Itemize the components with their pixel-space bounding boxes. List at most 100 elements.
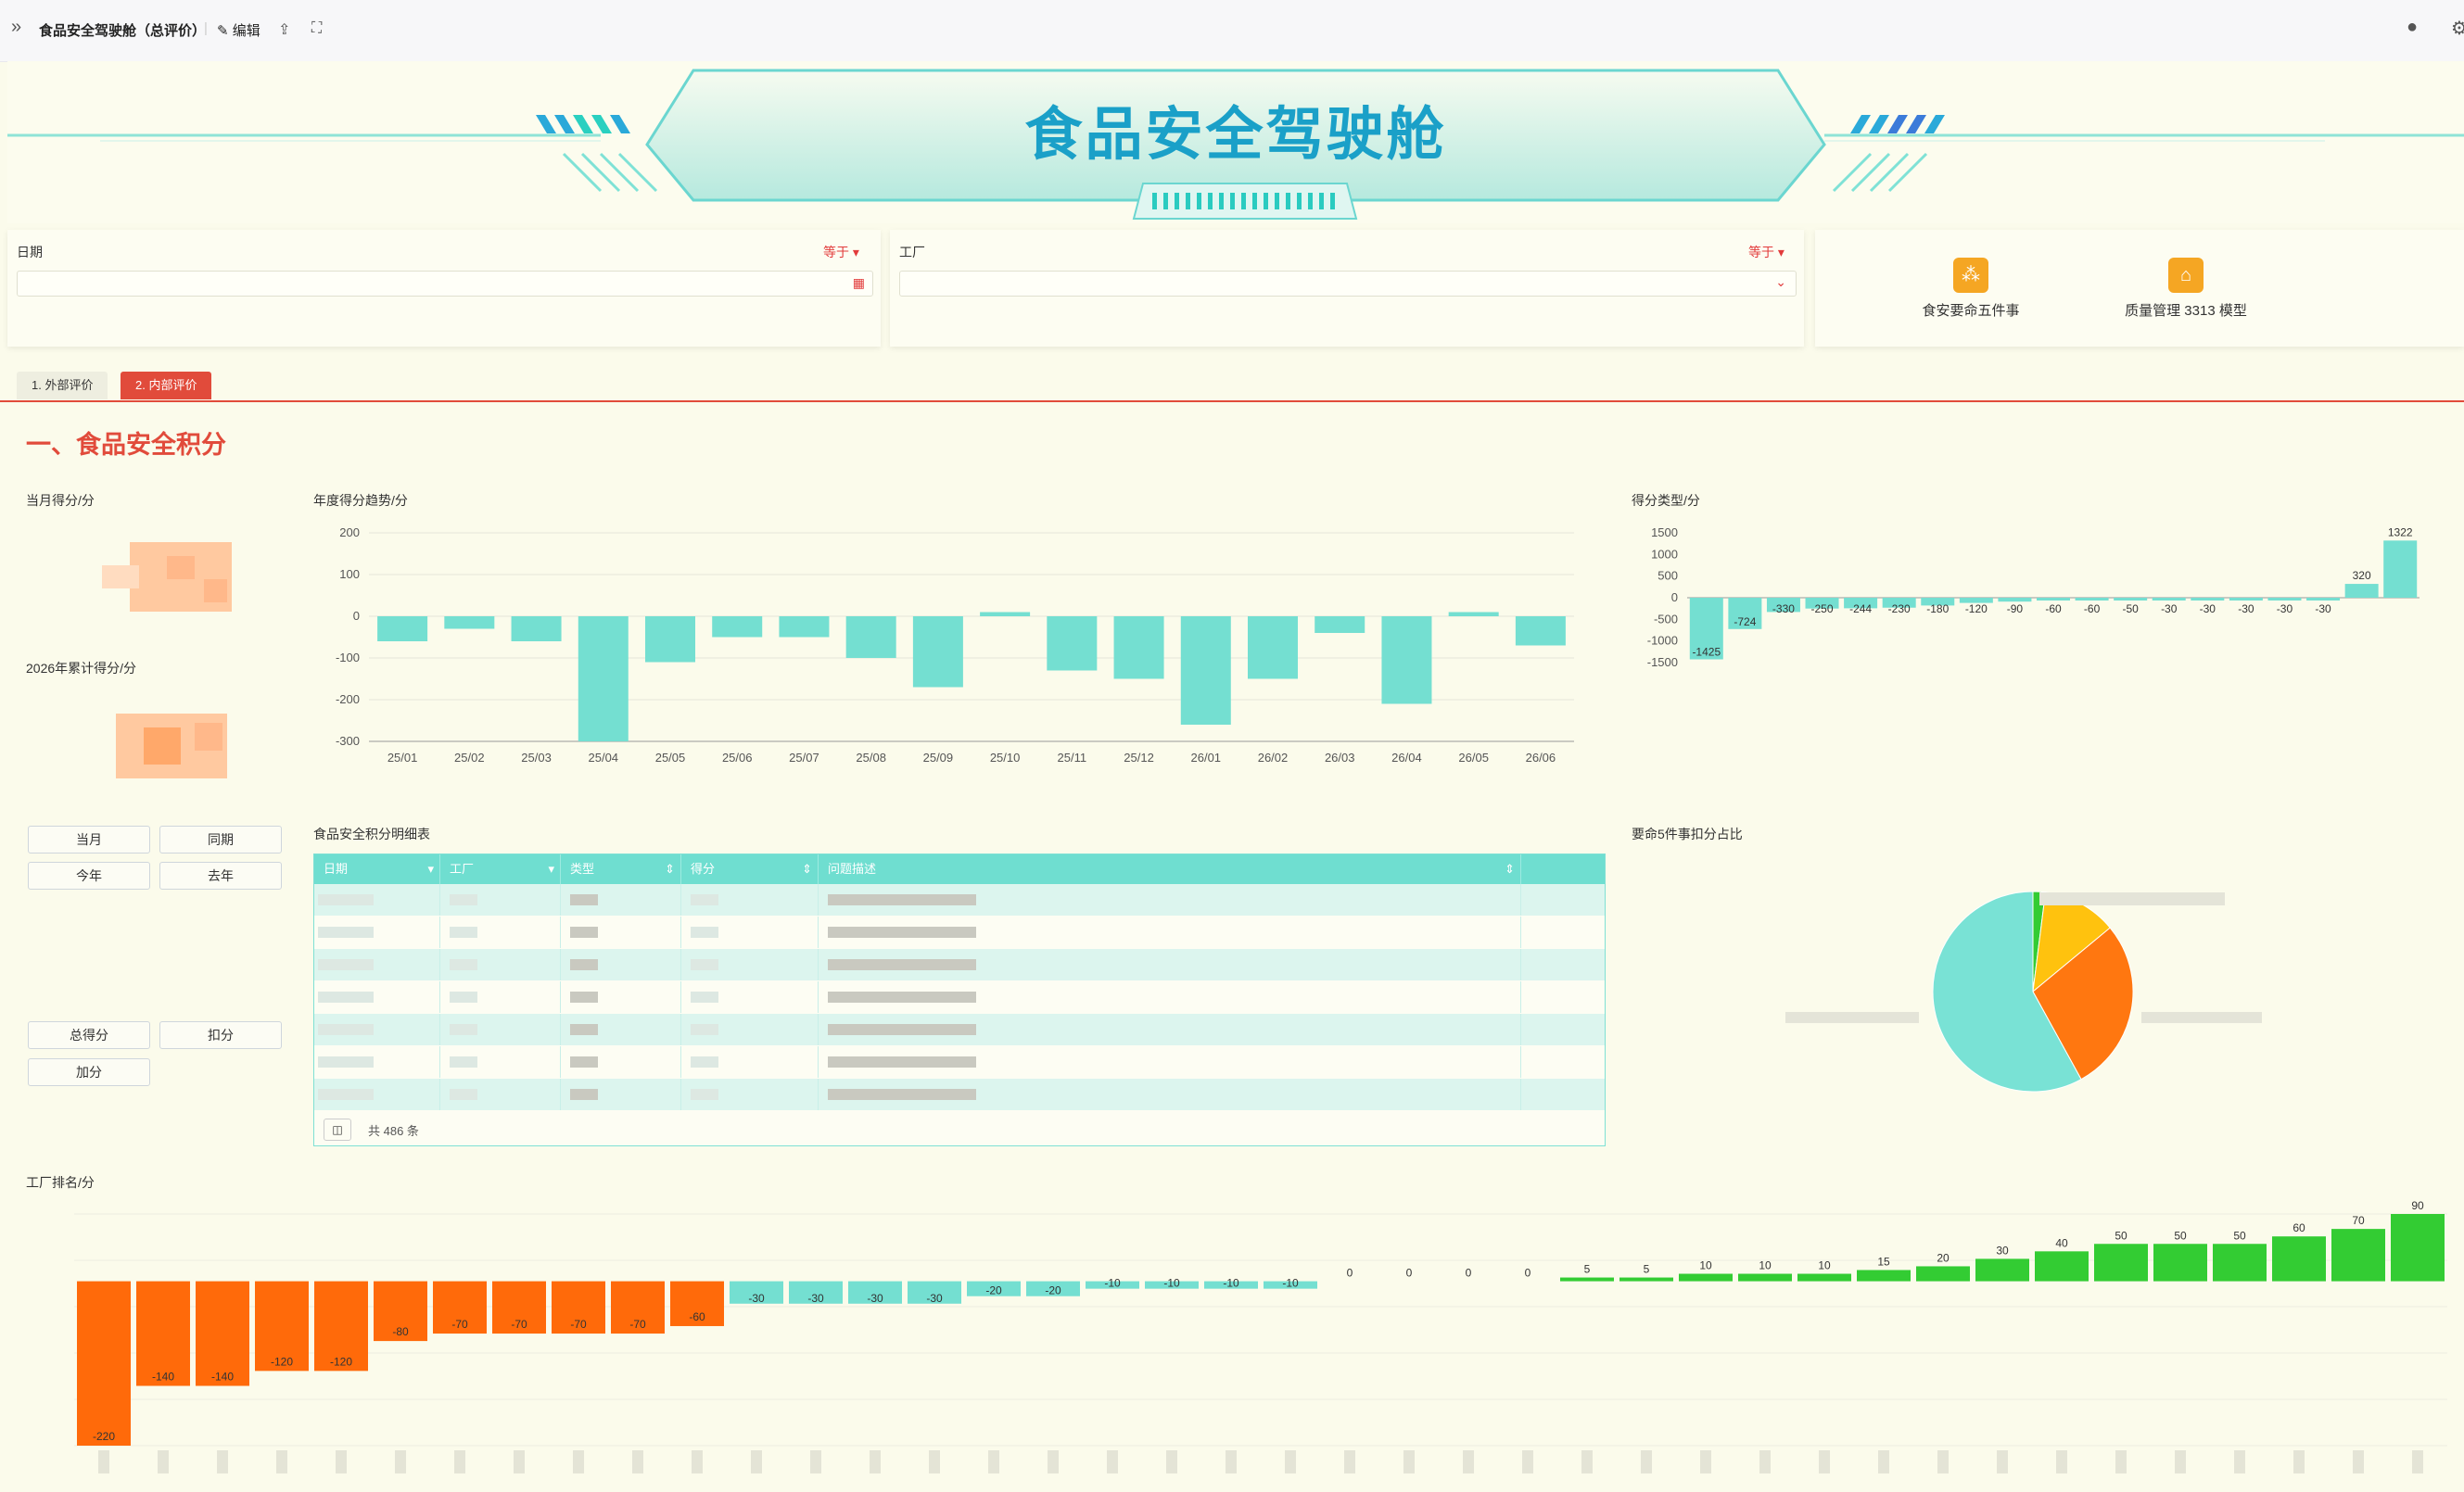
fullscreen-icon[interactable]: ⛶ xyxy=(311,20,322,37)
period-this-year-button[interactable]: 今年 xyxy=(28,862,150,890)
date-filter-label: 日期 xyxy=(17,245,43,259)
settings-icon[interactable]: ⚙ xyxy=(2451,17,2464,40)
redacted-value xyxy=(450,894,477,905)
factory-bar xyxy=(2035,1251,2089,1282)
x-label-placeholder xyxy=(988,1450,999,1473)
quicklink-label: 食安要命五件事 xyxy=(1922,303,2020,319)
score-type-bar xyxy=(1998,598,2032,602)
data-label: -70 xyxy=(629,1318,646,1331)
column-header-date[interactable]: 日期 ▾ xyxy=(314,854,440,884)
trend-bar xyxy=(980,612,1031,616)
table-row[interactable] xyxy=(314,981,1605,1013)
data-label: -10 xyxy=(1104,1277,1121,1290)
share-icon[interactable]: ⇪ xyxy=(278,20,290,39)
sort-icon[interactable]: ▾ xyxy=(427,854,434,884)
table-cell xyxy=(819,981,1521,1013)
redacted-value xyxy=(450,1024,477,1035)
edit-button[interactable]: ✎ 编辑 xyxy=(217,20,260,40)
sort-icon[interactable]: ⇕ xyxy=(1505,854,1515,884)
redacted-value xyxy=(828,1024,976,1035)
x-tick-label: 25/06 xyxy=(722,751,753,765)
factory-operator[interactable]: 等于 ▾ xyxy=(1748,243,1784,261)
column-header-label: 得分 xyxy=(691,862,716,876)
x-tick-label: 26/03 xyxy=(1325,751,1355,765)
sort-icon[interactable]: ⇕ xyxy=(802,854,812,884)
table-cell xyxy=(819,1046,1521,1078)
compass-icon[interactable]: ● xyxy=(2407,17,2418,38)
x-tick-label: 25/11 xyxy=(1058,751,1087,765)
data-label: -120 xyxy=(330,1355,352,1368)
cumulative-score-value xyxy=(79,709,236,783)
tab-external[interactable]: 1. 外部评价 xyxy=(17,372,108,399)
data-label: 60 xyxy=(2293,1221,2305,1234)
bonus-button[interactable]: 加分 xyxy=(28,1058,150,1086)
x-label-placeholder xyxy=(1878,1450,1889,1473)
data-label: -140 xyxy=(152,1370,174,1383)
trend-bar xyxy=(1315,616,1365,633)
redacted-value xyxy=(570,959,598,970)
factory-select[interactable]: ⌄ xyxy=(899,271,1797,297)
banner-title: 食品安全驾驶舱 xyxy=(1024,103,1447,167)
column-header-score[interactable]: 得分 ⇕ xyxy=(681,854,819,884)
data-label: -30 xyxy=(2277,602,2293,615)
column-header-description[interactable]: 问题描述 ⇕ xyxy=(819,854,1521,884)
factory-bar xyxy=(2391,1214,2445,1282)
score-type-bar xyxy=(2306,598,2341,601)
column-header-factory[interactable]: 工厂 ▾ xyxy=(440,854,561,884)
table-row[interactable] xyxy=(314,884,1605,916)
sort-icon[interactable]: ▾ xyxy=(548,854,554,884)
data-label: 0 xyxy=(1525,1267,1531,1280)
period-last-year-button[interactable]: 去年 xyxy=(159,862,282,890)
trend-bar xyxy=(1515,616,1566,646)
x-label-placeholder xyxy=(1166,1450,1177,1473)
redacted-value xyxy=(828,927,976,938)
column-header-type[interactable]: 类型 ⇕ xyxy=(561,854,681,884)
calendar-icon[interactable]: ▦ xyxy=(853,275,865,291)
data-label: -120 xyxy=(271,1355,293,1368)
trend-bar xyxy=(779,616,830,638)
trend-bar xyxy=(444,616,495,629)
expand-icon[interactable]: » xyxy=(11,17,21,38)
data-label: 90 xyxy=(2411,1199,2424,1212)
table-row[interactable] xyxy=(314,1014,1605,1045)
sort-icon[interactable]: ⇕ xyxy=(665,854,675,884)
table-row[interactable] xyxy=(314,1079,1605,1110)
table-row[interactable] xyxy=(314,1046,1605,1078)
table-row[interactable] xyxy=(314,917,1605,948)
table-cell xyxy=(681,981,819,1013)
data-label: -10 xyxy=(1223,1277,1239,1290)
pagination-button[interactable]: ◫ xyxy=(324,1119,351,1141)
period-month-button[interactable]: 当月 xyxy=(28,826,150,853)
x-label-placeholder xyxy=(573,1450,584,1473)
pie-title: 要命5件事扣分占比 xyxy=(1632,827,1743,841)
quicklink-3313-model[interactable]: ⌂ 质量管理 3313 模型 xyxy=(2084,258,2288,320)
factory-bar xyxy=(1857,1270,1911,1282)
factory-bar xyxy=(1560,1277,1614,1282)
total-score-button[interactable]: 总得分 xyxy=(28,1021,150,1049)
trend-bar xyxy=(377,616,428,641)
column-header-label: 工厂 xyxy=(450,862,475,876)
deduction-button[interactable]: 扣分 xyxy=(159,1021,282,1049)
data-label: 10 xyxy=(1818,1259,1831,1272)
factory-bar xyxy=(2213,1244,2267,1282)
date-input[interactable]: ▦ xyxy=(17,271,873,297)
table-cell xyxy=(440,917,561,948)
date-filter: 日期 等于 ▾ ▦ xyxy=(7,230,881,347)
tab-internal[interactable]: 2. 内部评价 xyxy=(121,372,212,399)
redacted-value xyxy=(691,1024,718,1035)
table-row[interactable] xyxy=(314,949,1605,980)
table-cell xyxy=(314,884,440,916)
score-type-bar xyxy=(2114,598,2148,601)
data-label: -60 xyxy=(689,1310,705,1323)
data-label: 1322 xyxy=(2388,525,2413,538)
quicklink-five-things[interactable]: ⁂ 食安要命五件事 xyxy=(1887,258,2054,320)
x-label-placeholder xyxy=(1700,1450,1711,1473)
table-cell xyxy=(440,884,561,916)
x-tick-label: 25/04 xyxy=(589,751,619,765)
quicklink-label: 质量管理 3313 模型 xyxy=(2125,303,2247,319)
period-same-button[interactable]: 同期 xyxy=(159,826,282,853)
data-label: -20 xyxy=(985,1284,1002,1297)
x-label-placeholder xyxy=(1819,1450,1830,1473)
date-operator[interactable]: 等于 ▾ xyxy=(823,243,859,261)
x-tick-label: 26/04 xyxy=(1391,751,1422,765)
